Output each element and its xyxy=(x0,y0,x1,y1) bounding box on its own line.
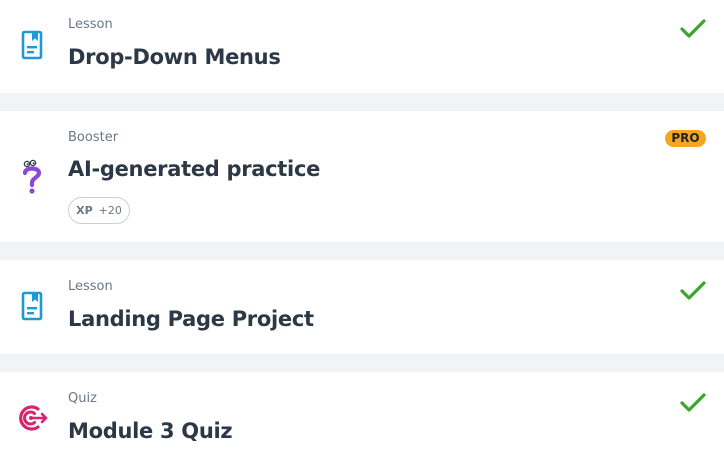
item-title: Drop-Down Menus xyxy=(68,45,281,69)
check-icon xyxy=(680,19,706,38)
lesson-icon xyxy=(16,27,48,63)
item-title: AI-generated practice xyxy=(68,157,321,181)
list-item-booster-ai-practice[interactable]: Booster AI-generated practice PRO XP +20 xyxy=(0,111,724,242)
xp-value: +20 xyxy=(98,204,122,217)
xp-reward-pill: XP +20 xyxy=(68,197,130,224)
pro-badge: PRO xyxy=(665,130,706,147)
lesson-icon xyxy=(16,288,48,324)
item-category: Booster xyxy=(68,130,119,145)
xp-label: XP xyxy=(76,204,93,217)
item-category: Lesson xyxy=(68,17,113,32)
item-title: Landing Page Project xyxy=(68,307,314,331)
item-category: Quiz xyxy=(68,391,97,406)
list-item-lesson-drop-down-menus[interactable]: Lesson Drop-Down Menus xyxy=(0,0,724,93)
list-item-lesson-landing-page-project[interactable]: Lesson Landing Page Project xyxy=(0,260,724,354)
check-icon xyxy=(680,281,706,300)
booster-question-icon xyxy=(16,159,48,195)
check-icon xyxy=(680,393,706,412)
item-title: Module 3 Quiz xyxy=(68,419,233,443)
item-category: Lesson xyxy=(68,279,113,294)
list-item-quiz-module-3[interactable]: Quiz Module 3 Quiz xyxy=(0,372,724,450)
quiz-target-icon xyxy=(16,400,48,436)
